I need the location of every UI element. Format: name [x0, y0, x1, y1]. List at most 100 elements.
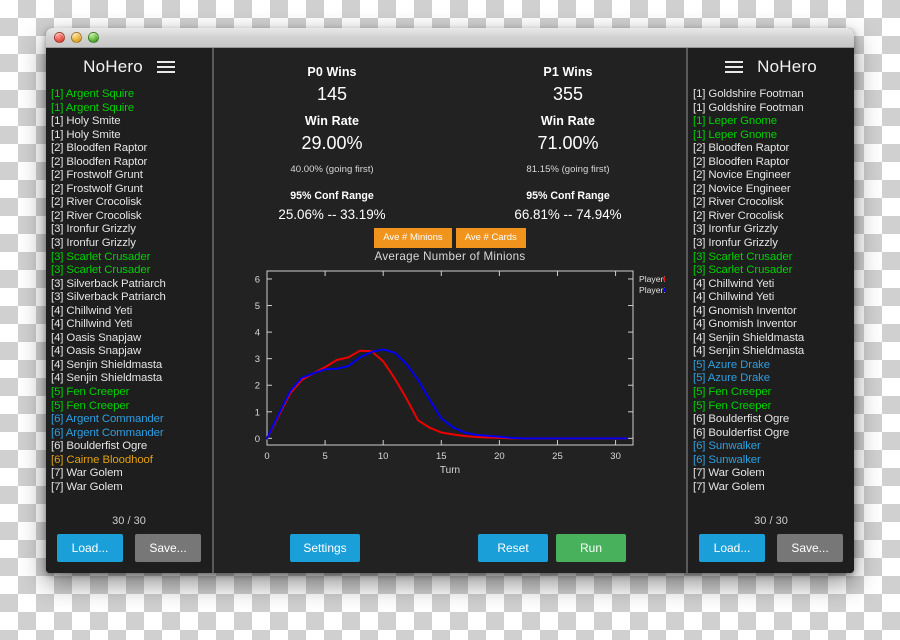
right-deck-buttons: Load... Save... — [688, 534, 854, 573]
list-item[interactable]: [5] Azure Drake — [693, 359, 854, 373]
list-item[interactable]: [4] Gnomish Inventor — [693, 305, 854, 319]
list-item[interactable]: [3] Scarlet Crusader — [51, 264, 212, 278]
list-item[interactable]: [2] Frostwolf Grunt — [51, 183, 212, 197]
right-load-button[interactable]: Load... — [699, 534, 765, 562]
svg-text:0: 0 — [264, 451, 269, 462]
list-item[interactable]: [4] Gnomish Inventor — [693, 318, 854, 332]
list-item[interactable]: [7] War Golem — [51, 481, 212, 495]
p0-wins-label: P0 Wins — [307, 65, 357, 79]
left-deck-buttons: Load... Save... — [46, 534, 212, 573]
list-item[interactable]: [3] Ironfur Grizzly — [693, 223, 854, 237]
list-item[interactable]: [6] Boulderfist Ogre — [51, 440, 212, 454]
list-item[interactable]: [7] War Golem — [693, 481, 854, 495]
list-item[interactable]: [3] Ironfur Grizzly — [693, 237, 854, 251]
run-button[interactable]: Run — [556, 534, 626, 562]
close-button[interactable] — [54, 32, 65, 43]
hamburger-icon[interactable] — [156, 61, 175, 73]
left-save-button[interactable]: Save... — [135, 534, 201, 562]
stats-area: P0 Wins 145 Win Rate 29.00% 40.00% (goin… — [214, 48, 686, 222]
svg-text:5: 5 — [255, 301, 260, 312]
list-item[interactable]: [1] Argent Squire — [51, 88, 212, 102]
p0-wins-value: 145 — [316, 84, 348, 104]
hamburger-icon[interactable] — [725, 61, 744, 73]
list-item[interactable]: [1] Holy Smite — [51, 129, 212, 143]
left-deck-card-list[interactable]: [1] Argent Squire [1] Argent Squire [1] Ho… — [46, 86, 212, 515]
chart-tab-ave-minions[interactable]: Ave # Minions — [374, 228, 452, 248]
left-deck-panel: NoHero [1] Argent Squire [1] Argent Squir… — [46, 48, 214, 573]
list-item[interactable]: [2] Bloodfen Raptor — [51, 156, 212, 170]
left-load-button[interactable]: Load... — [57, 534, 123, 562]
settings-button[interactable]: Settings — [290, 534, 360, 562]
list-item[interactable]: [1] Holy Smite — [51, 115, 212, 129]
list-item[interactable]: [1] Goldshire Footman — [693, 102, 854, 116]
list-item[interactable]: [2] River Crocolisk — [51, 196, 212, 210]
list-item[interactable]: [3] Ironfur Grizzly — [51, 223, 212, 237]
list-item[interactable]: [3] Scarlet Crusader — [693, 251, 854, 265]
list-item[interactable]: [1] Leper Gnome — [693, 115, 854, 129]
p1-winrate-value: 71.00% — [537, 133, 599, 153]
list-item[interactable]: [3] Silverback Patriarch — [51, 278, 212, 292]
list-item[interactable]: [6] Boulderfist Ogre — [693, 413, 854, 427]
list-item[interactable]: [2] Novice Engineer — [693, 169, 854, 183]
right-deck-card-list[interactable]: [1] Goldshire Footman [1] Goldshire Footm… — [688, 86, 854, 515]
svg-text:15: 15 — [436, 451, 447, 462]
right-deck-header: NoHero — [688, 48, 854, 86]
reset-button[interactable]: Reset — [478, 534, 548, 562]
list-item[interactable]: [6] Sunwalker — [693, 440, 854, 454]
list-item[interactable]: [5] Fen Creeper — [693, 386, 854, 400]
player0-stats: P0 Wins 145 Win Rate 29.00% 40.00% (goin… — [214, 56, 450, 222]
list-item[interactable]: [7] War Golem — [693, 467, 854, 481]
player1-stats: P1 Wins 355 Win Rate 71.00% 81.15% (goin… — [450, 56, 686, 222]
svg-text:1: 1 — [255, 407, 260, 418]
list-item[interactable]: [4] Chillwind Yeti — [51, 305, 212, 319]
list-item[interactable]: [3] Silverback Patriarch — [51, 291, 212, 305]
p1-winrate-label: Win Rate — [540, 114, 596, 128]
list-item[interactable]: [6] Argent Commander — [51, 413, 212, 427]
minimize-button[interactable] — [71, 32, 82, 43]
list-item[interactable]: [2] Novice Engineer — [693, 183, 854, 197]
list-item[interactable]: [4] Oasis Snapjaw — [51, 345, 212, 359]
window-titlebar — [46, 28, 854, 48]
list-item[interactable]: [6] Argent Commander — [51, 427, 212, 441]
list-item[interactable]: [3] Scarlet Crusader — [693, 264, 854, 278]
list-item[interactable]: [4] Chillwind Yeti — [693, 291, 854, 305]
list-item[interactable]: [4] Senjin Shieldmasta — [51, 359, 212, 373]
svg-text:3: 3 — [255, 354, 260, 365]
list-item[interactable]: [3] Ironfur Grizzly — [51, 237, 212, 251]
list-item[interactable]: [1] Leper Gnome — [693, 129, 854, 143]
p1-conf-value: 66.81% -- 74.94% — [514, 207, 622, 222]
list-item[interactable]: [5] Fen Creeper — [51, 386, 212, 400]
chart-tab-ave-cards[interactable]: Ave # Cards — [455, 228, 526, 248]
p1-wins-label: P1 Wins — [543, 65, 593, 79]
list-item[interactable]: [4] Chillwind Yeti — [693, 278, 854, 292]
list-item[interactable]: [2] River Crocolisk — [693, 196, 854, 210]
list-item[interactable]: [5] Fen Creeper — [693, 400, 854, 414]
list-item[interactable]: [3] Scarlet Crusader — [51, 251, 212, 265]
list-item[interactable]: [4] Senjin Shieldmasta — [51, 372, 212, 386]
list-item[interactable]: [2] River Crocolisk — [51, 210, 212, 224]
list-item[interactable]: [2] Frostwolf Grunt — [51, 169, 212, 183]
list-item[interactable]: [4] Senjin Shieldmasta — [693, 345, 854, 359]
list-item[interactable]: [2] Bloodfen Raptor — [51, 142, 212, 156]
list-item[interactable]: [4] Senjin Shieldmasta — [693, 332, 854, 346]
list-item[interactable]: [4] Oasis Snapjaw — [51, 332, 212, 346]
list-item[interactable]: [6] Sunwalker — [693, 454, 854, 468]
list-item[interactable]: [1] Goldshire Footman — [693, 88, 854, 102]
svg-text:Turn: Turn — [440, 465, 460, 476]
right-save-button[interactable]: Save... — [777, 534, 843, 562]
list-item[interactable]: [5] Fen Creeper — [51, 400, 212, 414]
svg-text:6: 6 — [255, 274, 260, 285]
list-item[interactable]: [2] River Crocolisk — [693, 210, 854, 224]
list-item[interactable]: [5] Azure Drake — [693, 372, 854, 386]
list-item[interactable]: [1] Argent Squire — [51, 102, 212, 116]
list-item[interactable]: [7] War Golem — [51, 467, 212, 481]
list-item[interactable]: [4] Chillwind Yeti — [51, 318, 212, 332]
list-item[interactable]: [2] Bloodfen Raptor — [693, 156, 854, 170]
svg-text:25: 25 — [552, 451, 563, 462]
zoom-button[interactable] — [88, 32, 99, 43]
svg-text:10: 10 — [378, 451, 389, 462]
list-item[interactable]: [2] Bloodfen Raptor — [693, 142, 854, 156]
p0-winrate-value: 29.00% — [301, 133, 363, 153]
list-item[interactable]: [6] Cairne Bloodhoof — [51, 454, 212, 468]
list-item[interactable]: [6] Boulderfist Ogre — [693, 427, 854, 441]
